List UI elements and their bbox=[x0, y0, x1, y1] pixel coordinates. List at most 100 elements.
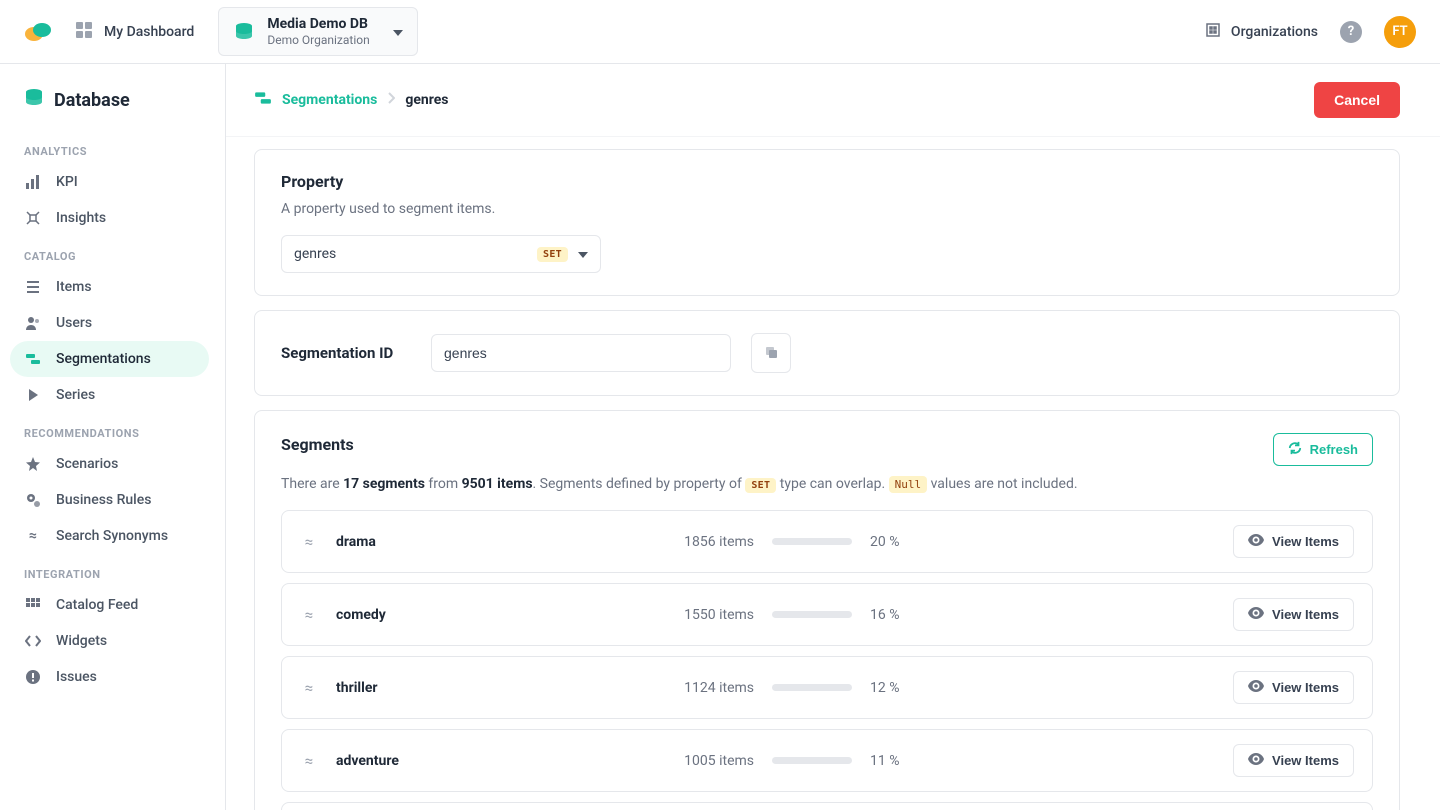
sidebar-item-search-synonyms[interactable]: ≈ Search Synonyms bbox=[10, 518, 209, 554]
segmentation-id-label: Segmentation ID bbox=[281, 344, 411, 362]
segment-percent: 16 % bbox=[870, 607, 930, 623]
view-items-button[interactable]: View Items bbox=[1233, 671, 1354, 704]
sidebar-item-items[interactable]: Items bbox=[10, 269, 209, 305]
segmentation-id-card: Segmentation ID bbox=[254, 310, 1400, 396]
sidebar-item-segmentations[interactable]: Segmentations bbox=[10, 341, 209, 377]
segment-bar bbox=[772, 757, 852, 764]
app-logo[interactable] bbox=[24, 21, 52, 43]
segmentations-icon bbox=[24, 351, 42, 367]
segment-count: 1124 items bbox=[634, 680, 754, 696]
sidebar-title-label: Database bbox=[54, 90, 130, 111]
segment-count: 1005 items bbox=[634, 753, 754, 769]
sidebar-item-label: Business Rules bbox=[56, 492, 151, 508]
gears-icon bbox=[24, 492, 42, 508]
sidebar-title: Database bbox=[10, 84, 209, 131]
segmentations-icon bbox=[254, 89, 272, 111]
eye-icon bbox=[1248, 680, 1264, 695]
list-icon bbox=[24, 279, 42, 295]
segment-bar bbox=[772, 611, 852, 618]
sidebar-item-label: Search Synonyms bbox=[56, 528, 168, 544]
sidebar-item-label: Catalog Feed bbox=[56, 597, 138, 613]
sidebar-item-catalog-feed[interactable]: Catalog Feed bbox=[10, 587, 209, 623]
segments-card: Segments Refresh There are 17 segments f… bbox=[254, 410, 1400, 810]
building-icon bbox=[1205, 22, 1221, 42]
sidebar-item-label: Widgets bbox=[56, 633, 107, 649]
sidebar-item-series[interactable]: Series bbox=[10, 377, 209, 413]
my-dashboard-link[interactable]: My Dashboard bbox=[76, 22, 194, 42]
segmentation-id-input[interactable] bbox=[431, 334, 731, 372]
property-select[interactable]: genres SET bbox=[281, 235, 601, 273]
property-card-title: Property bbox=[281, 172, 1373, 191]
bar-chart-icon bbox=[24, 174, 42, 190]
approx-icon: ≈ bbox=[24, 528, 42, 544]
sidebar-section-analytics: ANALYTICS bbox=[10, 131, 209, 164]
caret-down-icon bbox=[578, 246, 588, 262]
segment-row: ≈drama1856 items20 %View Items bbox=[281, 510, 1373, 573]
organizations-label: Organizations bbox=[1231, 24, 1318, 40]
sidebar-item-users[interactable]: Users bbox=[10, 305, 209, 341]
set-badge: SET bbox=[537, 247, 568, 262]
segment-percent: 12 % bbox=[870, 680, 930, 696]
property-select-value: genres bbox=[294, 246, 527, 262]
view-items-label: View Items bbox=[1272, 534, 1339, 549]
sidebar-item-label: Segmentations bbox=[56, 351, 151, 367]
database-selector-texts: Media Demo DB Demo Organization bbox=[267, 16, 369, 47]
property-card-desc: A property used to segment items. bbox=[281, 201, 1373, 217]
cancel-button[interactable]: Cancel bbox=[1314, 82, 1400, 118]
approx-icon: ≈ bbox=[300, 752, 318, 770]
segments-summary: There are 17 segments from 9501 items. S… bbox=[281, 476, 1373, 492]
refresh-label: Refresh bbox=[1310, 442, 1358, 457]
database-name: Media Demo DB bbox=[267, 16, 369, 33]
sidebar-item-label: Users bbox=[56, 315, 92, 331]
view-items-button[interactable]: View Items bbox=[1233, 598, 1354, 631]
content-area: Segmentations genres Cancel Property A p… bbox=[226, 64, 1440, 810]
grid-small-icon bbox=[24, 598, 42, 612]
segments-card-title: Segments bbox=[281, 435, 1273, 454]
segment-percent: 11 % bbox=[870, 753, 930, 769]
breadcrumb-root-label: Segmentations bbox=[282, 92, 377, 108]
view-items-label: View Items bbox=[1272, 680, 1339, 695]
segment-bar bbox=[772, 538, 852, 545]
play-icon bbox=[24, 388, 42, 402]
sidebar-item-scenarios[interactable]: Scenarios bbox=[10, 446, 209, 482]
segment-row: ≈adventure1005 items11 %View Items bbox=[281, 729, 1373, 792]
sidebar-section-recommendations: RECOMMENDATIONS bbox=[10, 413, 209, 446]
database-icon bbox=[24, 88, 44, 113]
eye-icon bbox=[1248, 534, 1264, 549]
refresh-button[interactable]: Refresh bbox=[1273, 433, 1373, 466]
content-header: Segmentations genres Cancel bbox=[226, 64, 1440, 137]
alert-icon bbox=[24, 669, 42, 685]
sidebar-item-kpi[interactable]: KPI bbox=[10, 164, 209, 200]
sidebar-item-widgets[interactable]: Widgets bbox=[10, 623, 209, 659]
sidebar-item-insights[interactable]: Insights bbox=[10, 200, 209, 236]
sidebar-section-integration: INTEGRATION bbox=[10, 554, 209, 587]
segment-row: ≈thriller1124 items12 %View Items bbox=[281, 656, 1373, 719]
sidebar-item-business-rules[interactable]: Business Rules bbox=[10, 482, 209, 518]
help-button[interactable]: ? bbox=[1340, 21, 1362, 43]
segment-percent: 20 % bbox=[870, 534, 930, 550]
sidebar-item-label: Insights bbox=[56, 210, 106, 226]
sidebar-item-label: Issues bbox=[56, 669, 97, 685]
caret-down-icon bbox=[393, 24, 403, 40]
organizations-link[interactable]: Organizations bbox=[1205, 22, 1318, 42]
view-items-button[interactable]: View Items bbox=[1233, 525, 1354, 558]
view-items-label: View Items bbox=[1272, 753, 1339, 768]
segment-row: ≈comedy1550 items16 %View Items bbox=[281, 583, 1373, 646]
approx-icon: ≈ bbox=[300, 533, 318, 551]
segment-bar bbox=[772, 684, 852, 691]
chevron-right-icon bbox=[387, 92, 395, 108]
segment-count: 1856 items bbox=[634, 534, 754, 550]
database-selector[interactable]: Media Demo DB Demo Organization bbox=[218, 7, 418, 56]
code-icon bbox=[24, 633, 42, 649]
segment-row: ≈action785 items8 %View Items bbox=[281, 802, 1373, 810]
sidebar-section-catalog: CATALOG bbox=[10, 236, 209, 269]
view-items-label: View Items bbox=[1272, 607, 1339, 622]
eye-icon bbox=[1248, 607, 1264, 622]
view-items-button[interactable]: View Items bbox=[1233, 744, 1354, 777]
sidebar-item-issues[interactable]: Issues bbox=[10, 659, 209, 695]
copy-button[interactable] bbox=[751, 333, 791, 373]
breadcrumb-root[interactable]: Segmentations bbox=[254, 89, 377, 111]
user-avatar[interactable]: FT bbox=[1384, 16, 1416, 48]
breadcrumb-leaf: genres bbox=[405, 92, 448, 108]
users-icon bbox=[24, 315, 42, 331]
